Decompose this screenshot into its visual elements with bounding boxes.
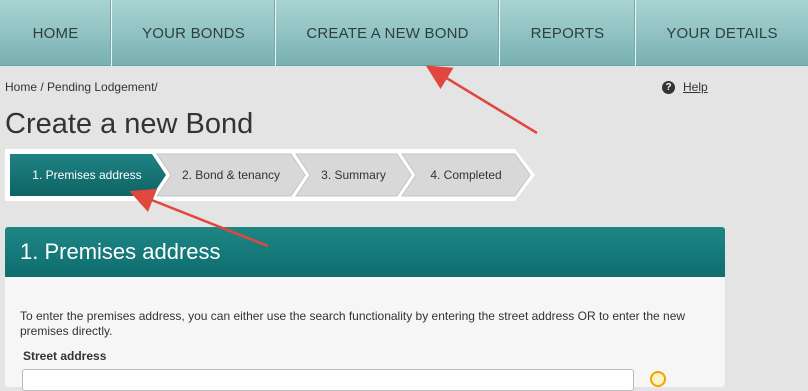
help-link-group: ? Help xyxy=(662,80,708,94)
progress-stepper: 1. Premises address 2. Bond & tenancy 3.… xyxy=(5,149,535,201)
step-1-label[interactable]: 1. Premises address xyxy=(17,149,157,201)
nav-your-bonds[interactable]: YOUR BONDS xyxy=(112,0,276,66)
nav-your-details[interactable]: YOUR DETAILS xyxy=(636,0,808,66)
breadcrumb: Home / Pending Lodgement/ xyxy=(5,80,158,94)
nav-home[interactable]: HOME xyxy=(0,0,112,66)
panel-description: To enter the premises address, you can e… xyxy=(20,309,686,338)
help-link[interactable]: Help xyxy=(683,80,708,94)
street-address-input[interactable] xyxy=(22,369,634,391)
page-title: Create a new Bond xyxy=(5,108,254,140)
info-icon[interactable] xyxy=(650,371,666,387)
nav-reports[interactable]: REPORTS xyxy=(500,0,636,66)
step-4-label[interactable]: 4. Completed xyxy=(416,149,516,201)
panel-title: 1. Premises address xyxy=(5,227,725,277)
step-3-label[interactable]: 3. Summary xyxy=(310,149,397,201)
premises-address-panel: 1. Premises address xyxy=(5,227,725,387)
street-address-label: Street address xyxy=(23,349,107,363)
step-2-label[interactable]: 2. Bond & tenancy xyxy=(171,149,291,201)
nav-create-new-bond[interactable]: CREATE A NEW BOND xyxy=(276,0,500,66)
annotation-arrow-nav xyxy=(425,65,538,135)
top-navigation: HOME YOUR BONDS CREATE A NEW BOND REPORT… xyxy=(0,0,808,66)
help-icon[interactable]: ? xyxy=(662,80,675,94)
